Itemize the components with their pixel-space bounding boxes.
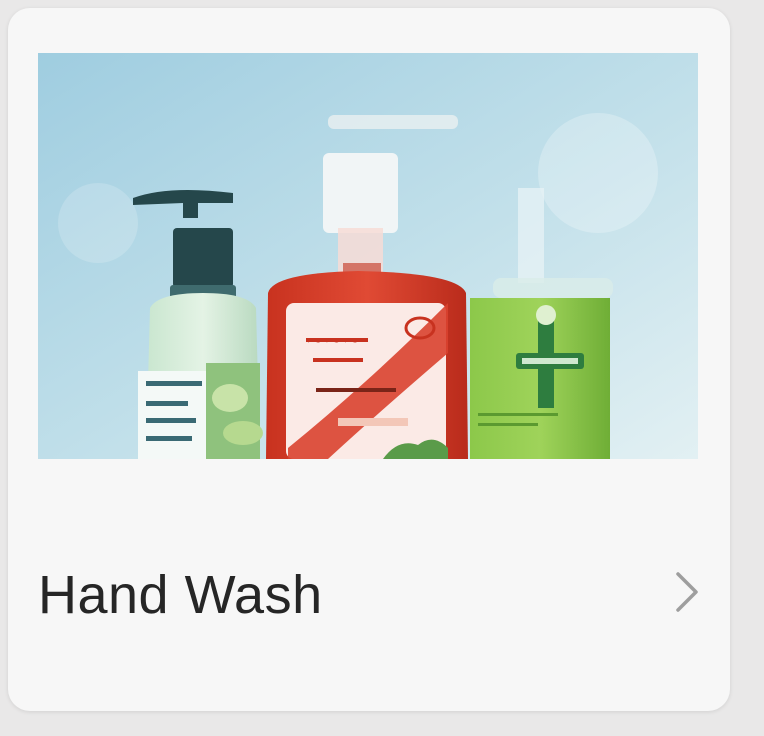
chevron-right-icon[interactable] xyxy=(670,568,706,616)
hand-wash-category-card[interactable]: ~~~ Hand Wash xyxy=(8,8,730,711)
category-title: Hand Wash xyxy=(38,565,323,625)
hand-wash-product-image: ~~~ xyxy=(38,53,698,459)
